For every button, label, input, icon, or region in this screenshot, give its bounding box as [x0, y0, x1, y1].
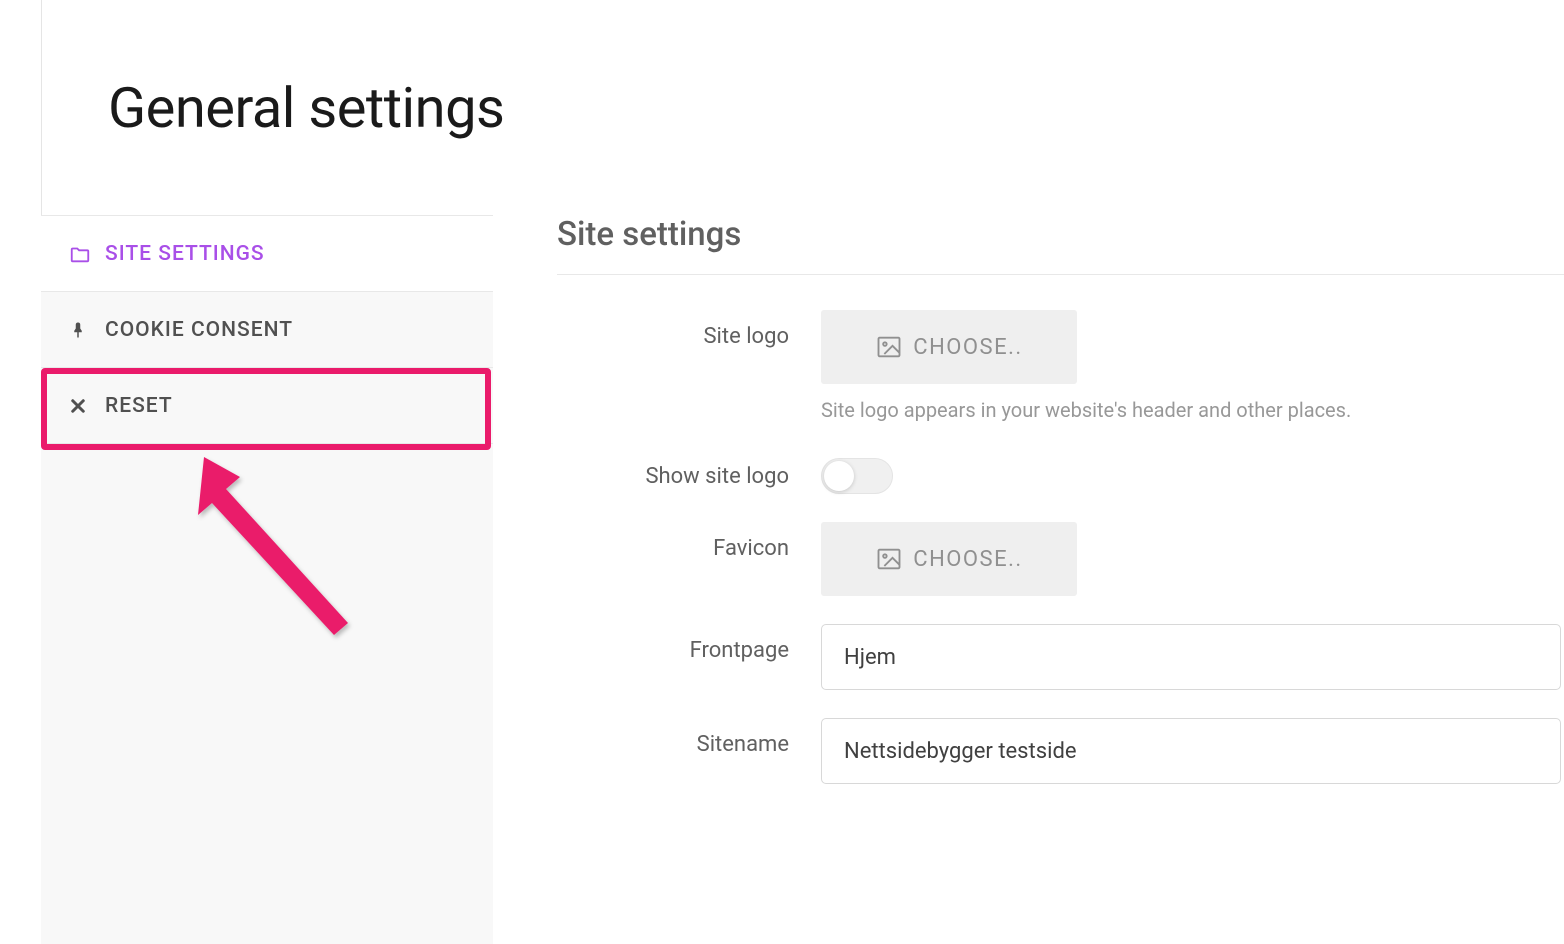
button-label: CHOOSE..	[913, 335, 1022, 360]
favicon-label: Favicon	[557, 522, 821, 561]
site-logo-help: Site logo appears in your website's head…	[821, 398, 1351, 422]
left-divider	[41, 0, 42, 215]
frontpage-select[interactable]	[821, 624, 1561, 690]
sidebar-item-reset[interactable]: RESET	[41, 368, 493, 444]
sidebar-item-label: SITE SETTINGS	[105, 242, 265, 266]
page-title: General settings	[108, 75, 504, 141]
row-frontpage: Frontpage	[557, 624, 1564, 690]
close-icon	[69, 397, 95, 415]
folder-icon	[69, 243, 95, 265]
show-site-logo-toggle[interactable]	[821, 458, 893, 494]
sidebar-item-site-settings[interactable]: SITE SETTINGS	[41, 216, 493, 292]
sidebar-item-label: COOKIE CONSENT	[105, 318, 293, 342]
image-icon	[875, 545, 903, 573]
site-logo-label: Site logo	[557, 310, 821, 349]
main-panel: Site settings Site logo CHOOSE.. Site lo…	[557, 215, 1564, 812]
button-label: CHOOSE..	[913, 547, 1022, 572]
pin-icon	[69, 319, 95, 341]
choose-site-logo-button[interactable]: CHOOSE..	[821, 310, 1077, 384]
section-title: Site settings	[557, 215, 1564, 275]
settings-sidebar: SITE SETTINGS COOKIE CONSENT RESET	[41, 215, 493, 944]
sitename-label: Sitename	[557, 718, 821, 757]
frontpage-label: Frontpage	[557, 624, 821, 663]
show-site-logo-label: Show site logo	[557, 450, 821, 489]
sidebar-empty-area	[41, 444, 493, 944]
row-sitename: Sitename	[557, 718, 1564, 784]
sidebar-item-label: RESET	[105, 394, 173, 418]
row-site-logo: Site logo CHOOSE.. Site logo appears in …	[557, 310, 1564, 422]
choose-favicon-button[interactable]: CHOOSE..	[821, 522, 1077, 596]
image-icon	[875, 333, 903, 361]
toggle-knob	[824, 461, 854, 491]
sitename-input[interactable]	[821, 718, 1561, 784]
row-favicon: Favicon CHOOSE..	[557, 522, 1564, 596]
sidebar-item-cookie-consent[interactable]: COOKIE CONSENT	[41, 292, 493, 368]
row-show-site-logo: Show site logo	[557, 450, 1564, 494]
